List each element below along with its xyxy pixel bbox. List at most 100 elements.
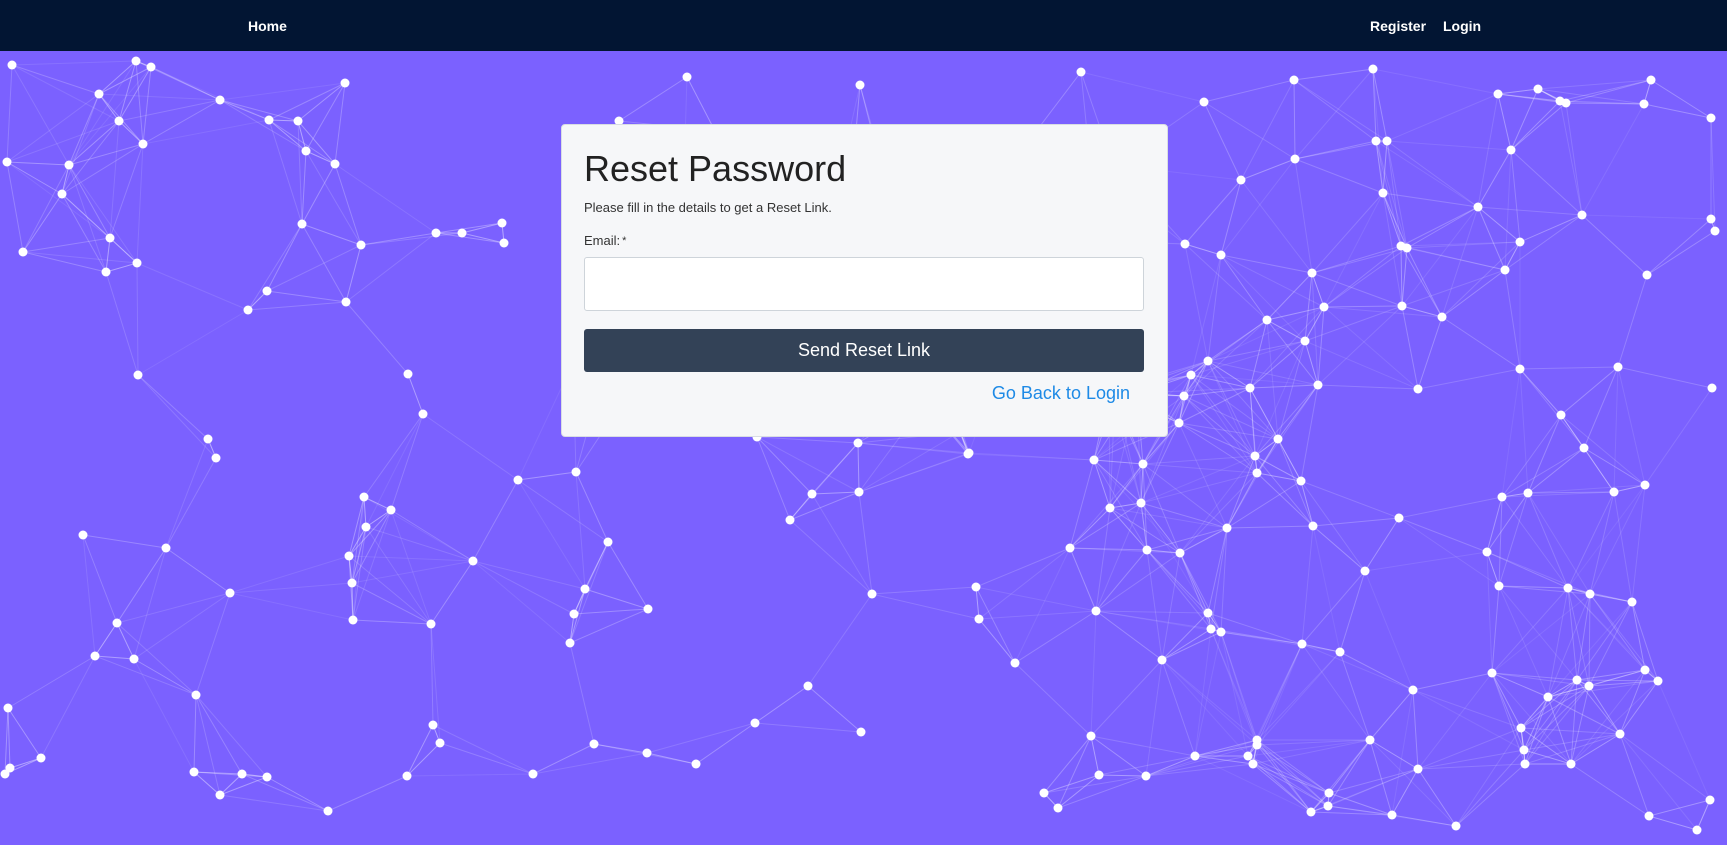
network-node [1413,384,1423,394]
network-edge [165,438,209,549]
network-edge [1560,414,1646,486]
network-edge [1109,507,1148,551]
network-edge [1581,214,1648,276]
network-edge [390,413,424,511]
network-edge [1249,306,1325,389]
network-edge [1547,680,1659,698]
network-node [1206,624,1216,634]
network-edge [22,164,70,253]
network-edge [1277,340,1306,440]
network-edge [1311,245,1402,274]
network-node [1515,364,1525,374]
network-edge [1547,587,1569,698]
network-edge [1504,241,1521,271]
network-edge [1486,496,1503,553]
network-node [1250,451,1260,461]
nav-register-link[interactable]: Register [1370,17,1426,35]
network-edge [569,642,595,745]
network-edge [1583,366,1619,449]
go-back-to-login-link[interactable]: Go Back to Login [992,381,1130,405]
network-edge [82,534,167,549]
network-node [1313,380,1323,390]
network-node [90,651,100,661]
nav-home-link[interactable]: Home [248,17,287,35]
network-edge [365,526,474,562]
network-edge [1567,587,1633,603]
network-edge [517,479,609,543]
network-node [569,609,579,619]
network-edge [229,582,353,594]
network-edge [136,262,249,311]
network-edge [1300,480,1400,519]
network-edge [1090,659,1163,737]
network-edge [1497,88,1539,95]
network-edge [1398,517,1488,553]
network-edge [1069,507,1111,549]
network-edge [1560,366,1619,416]
network-node [1523,488,1533,498]
network-node [426,619,436,629]
network-edge [334,163,362,246]
network-node [359,492,369,502]
network-edge [1161,628,1212,661]
network-node [513,475,523,485]
network-node [215,790,225,800]
network-node [215,95,225,105]
network-node [1053,803,1063,813]
network-node [1515,237,1525,247]
network-node [330,159,340,169]
network-edge [472,479,519,562]
network-node [225,588,235,598]
network-node [1248,759,1258,769]
network-edge [532,743,595,775]
network-edge [266,223,303,292]
network-node [1039,788,1049,798]
network-node [1437,312,1447,322]
email-label: Email: * [584,232,626,250]
network-node [1296,476,1306,486]
network-edge [1090,735,1196,757]
network-edge [1619,669,1646,735]
network-node [1566,759,1576,769]
network-edge [7,655,96,709]
network-edge [68,164,107,273]
required-marker: * [622,235,627,247]
network-edge [754,685,809,724]
network-edge [1417,768,1457,827]
network-edge [1589,484,1646,595]
network-node [1142,545,1152,555]
network-edge [334,82,346,165]
network-node [1563,583,1573,593]
network-edge [1588,685,1621,735]
network-node [1609,487,1619,497]
nav-login-link[interactable]: Login [1443,17,1481,35]
network-node [1306,807,1316,817]
network-edge [1581,103,1645,216]
network-edge [142,119,270,145]
network-node [1639,99,1649,109]
network-node [1297,639,1307,649]
network-node [856,727,866,737]
send-reset-link-button[interactable]: Send Reset Link [584,329,1144,372]
network-node [642,748,652,758]
email-input[interactable] [584,257,1144,311]
network-edge [618,76,688,122]
network-node [785,515,795,525]
network-edge [334,163,437,234]
network-node [1141,771,1151,781]
network-edge [1179,527,1228,554]
network-edge [6,161,24,253]
network-edge [1372,68,1384,194]
network-edge [1412,689,1525,751]
network-edge [1312,517,1400,527]
network-node [1506,145,1516,155]
network-edge [968,452,1095,461]
network-edge [1510,102,1567,151]
network-edge [1293,79,1296,160]
network-edge [1090,610,1097,737]
network-edge [1441,241,1521,318]
network-edge [9,757,42,769]
network-edge [105,262,138,273]
network-edge [1317,306,1325,386]
network-edge [68,164,138,264]
